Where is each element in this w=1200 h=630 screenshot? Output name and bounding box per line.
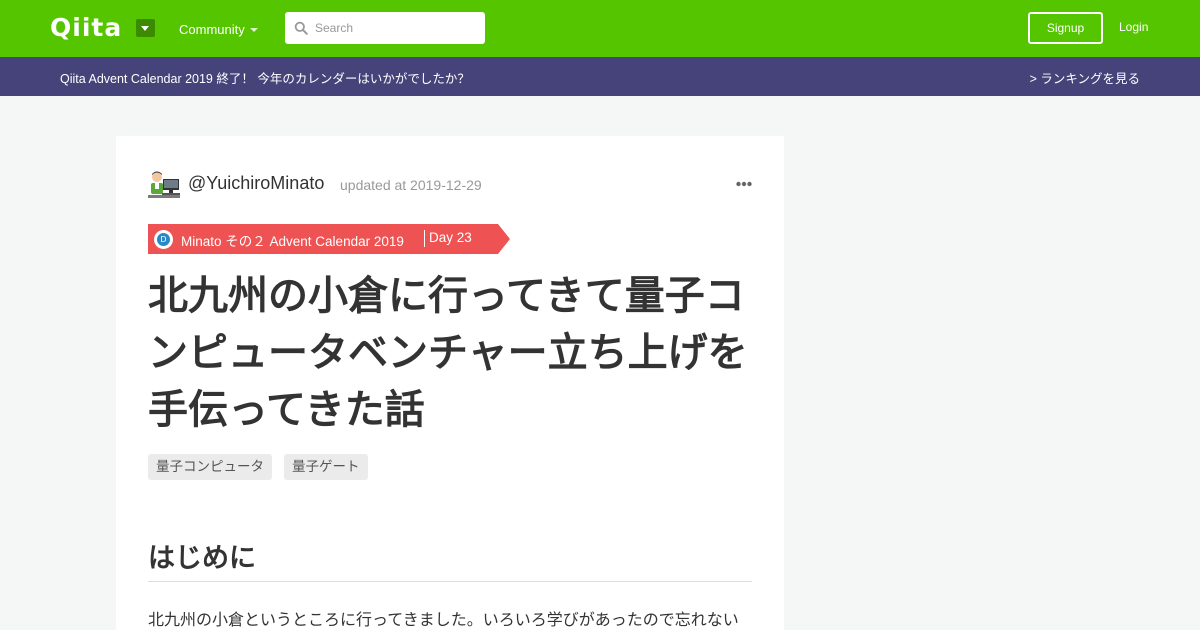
chevron-down-icon[interactable] [250, 28, 258, 32]
ribbon-divider [424, 230, 425, 247]
article-card: @YuichiroMinato updated at 2019-12-29 D … [116, 136, 784, 630]
calendar-icon: D [154, 230, 173, 249]
article-paragraph: 北九州の小倉というところに行ってきました。いろいろ学びがあったので忘れない [148, 612, 739, 629]
signup-button[interactable]: Signup [1028, 12, 1103, 44]
section-divider [148, 581, 752, 582]
login-link[interactable]: Login [1119, 20, 1148, 34]
author-name[interactable]: @YuichiroMinato [188, 173, 324, 194]
tag-quantum-gate[interactable]: 量子ゲート [284, 454, 368, 480]
calendar-name: Minato その２ Advent Calendar 2019 [181, 234, 404, 249]
top-navbar: Qiita Community Signup Login [0, 0, 1200, 57]
logo-dropdown-button[interactable] [136, 19, 155, 37]
search-box[interactable] [285, 12, 485, 44]
banner-message: Qiita Advent Calendar 2019 終了！ 今年のカレンダーは… [60, 72, 470, 86]
calendar-day: Day 23 [429, 230, 472, 245]
search-icon [294, 21, 308, 35]
article-title: 北九州の小倉に行ってきて量子コンピュータベンチャー立ち上げを手伝ってきた話 [148, 274, 748, 432]
updated-date: updated at 2019-12-29 [340, 177, 482, 193]
advent-calendar-ribbon[interactable]: D Minato その２ Advent Calendar 2019 Day 23 [148, 224, 510, 254]
avatar[interactable] [148, 170, 180, 198]
qiita-logo[interactable]: Qiita [50, 15, 122, 41]
community-menu[interactable]: Community [179, 22, 245, 37]
search-input[interactable] [315, 12, 480, 44]
calendar-icon-letter: D [157, 233, 170, 246]
advent-banner: Qiita Advent Calendar 2019 終了！ 今年のカレンダーは… [0, 57, 1200, 96]
more-options-icon[interactable] [736, 181, 752, 187]
ranking-link[interactable]: > ランキングを見る [1030, 68, 1140, 87]
section-heading: はじめに [148, 543, 256, 573]
tag-quantum-computer[interactable]: 量子コンピュータ [148, 454, 272, 480]
